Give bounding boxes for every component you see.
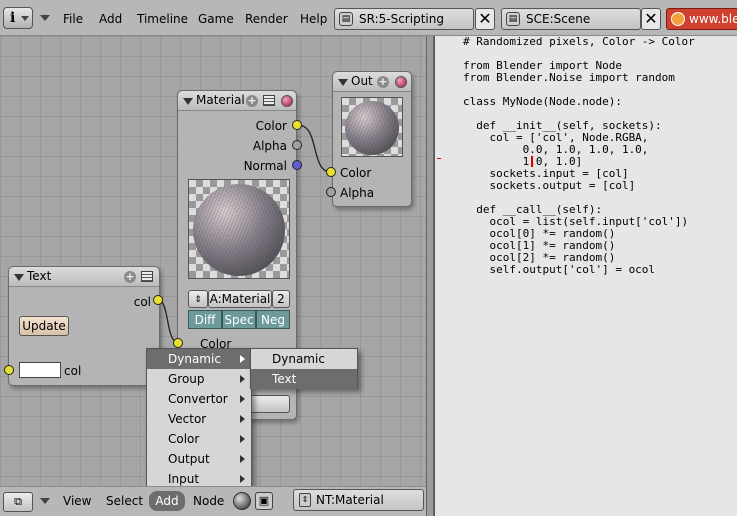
output-node-title: Out — [351, 74, 373, 88]
link-material-to-out — [297, 124, 332, 173]
menu-item-dynamic[interactable]: Dynamic — [147, 349, 251, 369]
material-users-count[interactable]: 2 — [272, 290, 290, 308]
code-line: class MyNode(Node.node): — [463, 95, 622, 108]
collapse-triangle-icon[interactable] — [183, 98, 193, 105]
menu-item-output[interactable]: Output — [147, 449, 251, 469]
submenu-arrow-icon — [240, 355, 245, 363]
text-node[interactable]: Text + col Update col — [8, 266, 160, 386]
spec-toggle[interactable]: Spec — [222, 310, 256, 329]
output-preview-sphere — [345, 101, 399, 155]
code-line: self.output['col'] = ocol — [463, 263, 656, 276]
editor-type-button[interactable]: ⧉ — [3, 492, 33, 512]
material-preview-sphere — [193, 184, 285, 276]
text-output-col-label: col — [133, 295, 151, 309]
color-swatch[interactable] — [19, 362, 61, 378]
material-color-swatch[interactable] — [248, 395, 290, 413]
neg-toggle[interactable]: Neg — [256, 310, 290, 329]
dynamic-submenu: Dynamic Text — [250, 348, 358, 389]
material-preview — [188, 179, 290, 279]
submenu-arrow-icon — [240, 455, 245, 463]
link-text-to-material — [157, 299, 180, 344]
menu-item-convertor[interactable]: Convertor — [147, 389, 251, 409]
code-view[interactable]: # Randomized pixels, Color -> Color from… — [463, 36, 695, 276]
nodetree-selector[interactable]: ⇕ NT:Material — [293, 489, 424, 511]
shader-nodes-icon[interactable] — [233, 492, 251, 510]
delete-scene-button[interactable]: ✕ — [641, 8, 661, 30]
material-output-alpha-label: Alpha — [252, 139, 287, 153]
submenu-item-dynamic[interactable]: Dynamic — [251, 349, 357, 369]
blender-link-tab[interactable]: www.blender — [666, 8, 737, 30]
text-node-title: Text — [27, 269, 52, 283]
delete-screen-button[interactable]: ✕ — [475, 8, 495, 30]
blender-url: www.blender — [689, 12, 737, 26]
material-name-field[interactable]: A:Material — [208, 290, 272, 308]
output-node[interactable]: Out + Color Alpha — [332, 71, 412, 207]
material-output-normal-socket[interactable] — [292, 160, 302, 170]
browse-icon: ⇕ — [194, 295, 202, 305]
submenu-arrow-icon — [240, 415, 245, 423]
list-icon[interactable] — [141, 271, 153, 282]
output-node-header[interactable]: Out + — [333, 72, 411, 92]
submenu-item-text[interactable]: Text — [251, 369, 357, 389]
list-icon[interactable] — [263, 95, 275, 106]
plus-icon[interactable]: + — [246, 95, 258, 107]
menu-item-group[interactable]: Group — [147, 369, 251, 389]
output-input-color-socket[interactable] — [326, 167, 336, 177]
collapse-triangle-icon[interactable] — [14, 274, 24, 281]
scene-selector[interactable]: ▤ SCE:Scene — [501, 8, 641, 30]
preview-ball-icon[interactable] — [395, 76, 407, 88]
text-cursor — [531, 156, 533, 167]
submenu-arrow-icon — [240, 475, 245, 483]
preview-ball-icon[interactable] — [281, 95, 293, 107]
node-editor-icon: ⧉ — [14, 495, 22, 508]
collapse-triangle-icon[interactable] — [338, 79, 348, 86]
output-input-alpha-label: Alpha — [340, 186, 375, 200]
update-button[interactable]: Update — [19, 316, 69, 336]
text-input-col-socket[interactable] — [4, 365, 14, 375]
scene-name: SCE:Scene — [526, 12, 591, 26]
text-input-col-label: col — [64, 364, 82, 378]
nodetree-icon: ⇕ — [299, 493, 311, 507]
material-output-color-socket[interactable] — [292, 120, 302, 130]
diff-toggle[interactable]: Diff — [188, 310, 222, 329]
text-editor[interactable]: # Randomized pixels, Color -> Color from… — [434, 36, 737, 516]
code-line: # Randomized pixels, Color -> Color — [463, 35, 695, 48]
material-input-color-socket[interactable] — [173, 338, 183, 348]
submenu-arrow-icon — [240, 395, 245, 403]
current-line-marker — [437, 158, 441, 159]
collapse-menu-icon[interactable] — [40, 498, 50, 504]
code-line: sockets.output = [col] — [463, 179, 636, 192]
nodetree-name: NT:Material — [316, 493, 384, 507]
output-input-color-label: Color — [340, 166, 372, 180]
menu-node[interactable]: Node — [193, 494, 224, 508]
menu-item-vector[interactable]: Vector — [147, 409, 251, 429]
plus-icon[interactable]: + — [124, 271, 136, 283]
output-input-alpha-socket[interactable] — [326, 187, 336, 197]
plus-icon[interactable]: + — [377, 76, 389, 88]
scene-icon: ▤ — [506, 12, 520, 26]
blender-logo-icon — [671, 12, 685, 26]
material-output-alpha-socket[interactable] — [292, 140, 302, 150]
material-browse-button[interactable]: ⇕ — [188, 290, 208, 308]
menu-view[interactable]: View — [63, 494, 91, 508]
material-node-title: Material — [196, 93, 245, 107]
menu-add-active[interactable]: Add — [149, 491, 185, 511]
submenu-arrow-icon — [240, 375, 245, 383]
menu-item-color[interactable]: Color — [147, 429, 251, 449]
submenu-arrow-icon — [240, 435, 245, 443]
menu-select[interactable]: Select — [106, 494, 143, 508]
material-output-normal-label: Normal — [243, 159, 287, 173]
area-splitter[interactable] — [426, 36, 434, 516]
text-node-header[interactable]: Text + — [9, 267, 159, 287]
composite-nodes-icon[interactable]: ▣ — [255, 492, 273, 510]
output-preview — [341, 97, 403, 157]
material-node-header[interactable]: Material + — [178, 91, 296, 111]
material-output-color-label: Color — [255, 119, 287, 133]
add-node-menu: Dynamic Group Convertor Vector Color Out… — [146, 348, 252, 489]
code-line: from Blender.Noise import random — [463, 71, 675, 84]
text-output-col-socket[interactable] — [153, 295, 163, 305]
